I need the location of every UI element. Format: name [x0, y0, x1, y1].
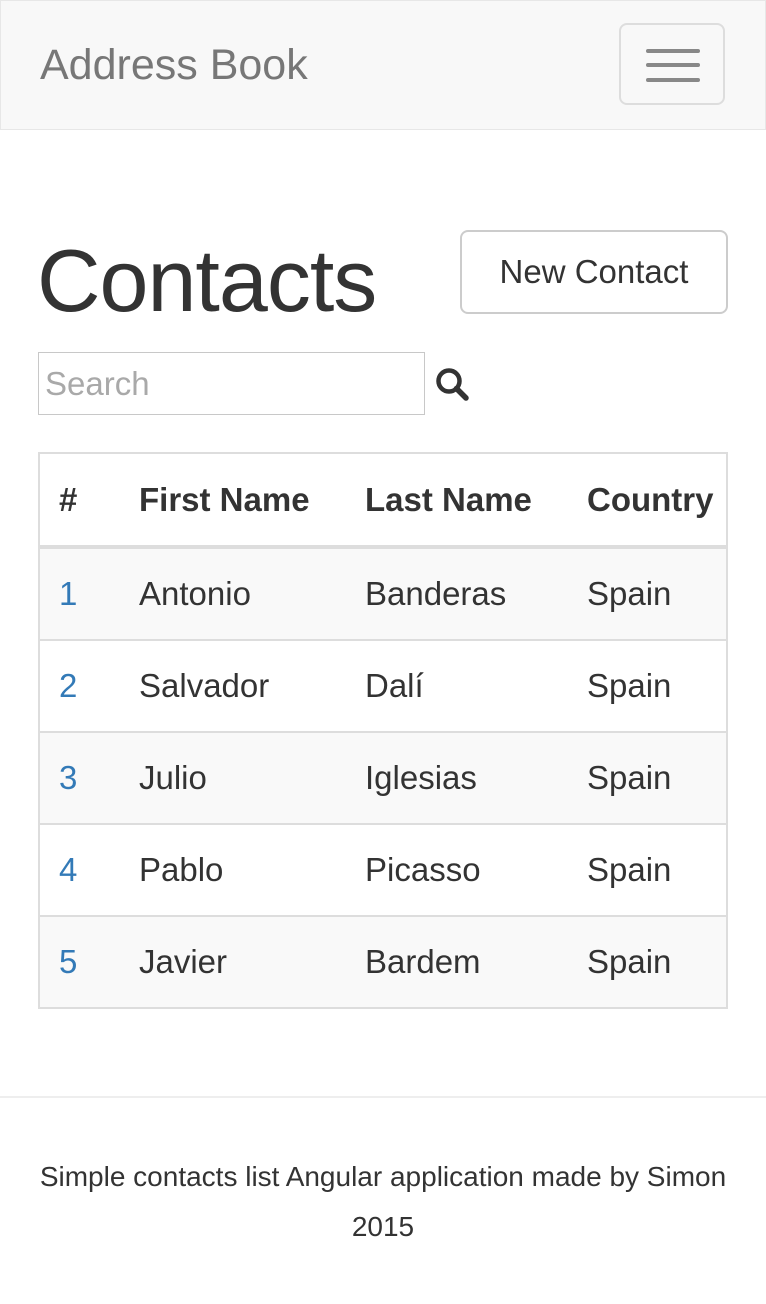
table-row: 3 Julio Iglesias Spain	[40, 731, 726, 824]
country-cell: Spain	[587, 823, 726, 916]
last-name-cell: Picasso	[365, 823, 587, 916]
contact-link[interactable]: 1	[59, 575, 77, 612]
last-name-cell: Dalí	[365, 639, 587, 732]
table-row: 5 Javier Bardem Spain	[40, 915, 726, 1007]
country-cell: Spain	[587, 547, 726, 640]
search-icon[interactable]	[434, 366, 470, 402]
first-name-cell: Julio	[139, 731, 365, 824]
column-header-first-name: First Name	[139, 454, 365, 549]
contact-link[interactable]: 2	[59, 667, 77, 704]
country-cell: Spain	[587, 731, 726, 824]
new-contact-button[interactable]: New Contact	[460, 230, 728, 314]
table-row: 2 Salvador Dalí Spain	[40, 639, 726, 732]
navbar-toggle-button[interactable]	[619, 23, 725, 105]
column-header-number: #	[40, 454, 139, 549]
contact-link[interactable]: 3	[59, 759, 77, 796]
navbar: Address Book	[0, 0, 766, 130]
footer: Simple contacts list Angular application…	[0, 1152, 766, 1252]
footer-divider	[0, 1096, 766, 1098]
first-name-cell: Javier	[139, 915, 365, 1007]
contact-link[interactable]: 5	[59, 943, 77, 980]
country-cell: Spain	[587, 915, 726, 1007]
hamburger-menu-icon	[646, 49, 700, 53]
column-header-country: Country	[587, 454, 726, 549]
row-number-cell: 2	[40, 639, 139, 732]
hamburger-menu-icon-bar	[646, 78, 700, 82]
first-name-cell: Salvador	[139, 639, 365, 732]
contact-link[interactable]: 4	[59, 851, 77, 888]
hamburger-menu-icon-bar	[646, 63, 700, 67]
last-name-cell: Banderas	[365, 547, 587, 640]
footer-year-text: 2015	[351, 1211, 415, 1242]
column-header-last-name: Last Name	[365, 454, 587, 549]
search-input[interactable]	[38, 352, 425, 415]
last-name-cell: Bardem	[365, 915, 587, 1007]
last-name-cell: Iglesias	[365, 731, 587, 824]
country-cell: Spain	[587, 639, 726, 732]
row-number-cell: 4	[40, 823, 139, 916]
row-number-cell: 3	[40, 731, 139, 824]
row-number-cell: 5	[40, 915, 139, 1007]
table-header-row: # First Name Last Name Country	[40, 454, 726, 549]
row-number-cell: 1	[40, 547, 139, 640]
page-title: Contacts	[37, 231, 377, 330]
first-name-cell: Antonio	[139, 547, 365, 640]
footer-credit-text: Simple contacts list Angular application…	[39, 1161, 727, 1192]
brand-link[interactable]: Address Book	[40, 39, 308, 91]
contacts-table: # First Name Last Name Country 1 Antonio…	[38, 452, 728, 1009]
table-row: 4 Pablo Picasso Spain	[40, 823, 726, 916]
table-row: 1 Antonio Banderas Spain	[40, 547, 726, 640]
first-name-cell: Pablo	[139, 823, 365, 916]
